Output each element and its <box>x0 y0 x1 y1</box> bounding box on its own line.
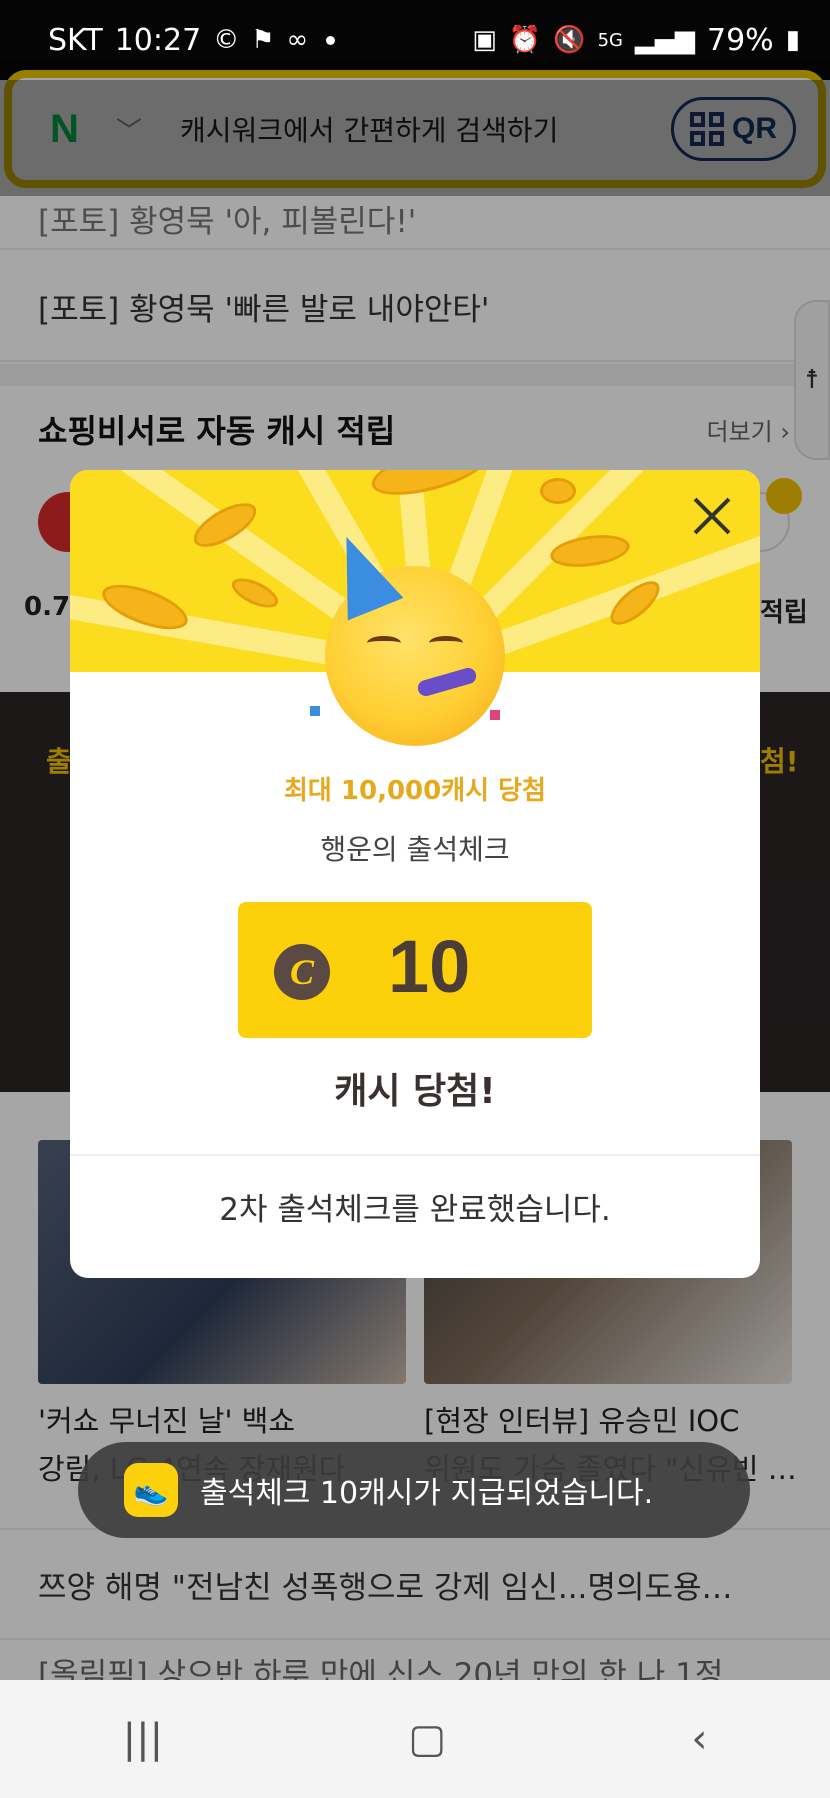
clock: 10:27 <box>114 22 202 58</box>
cashwalk-status-icon: © <box>213 25 240 55</box>
close-icon[interactable] <box>690 494 734 538</box>
notification-dot-icon <box>326 35 336 45</box>
status-bar: SKT 10:27 © ⚑ ∞ ▣ ⏰ 🔇 5G ▂▄▆ 79% ▮ <box>0 0 830 80</box>
coin-icon <box>540 478 576 504</box>
shoe-status-icon: ⚑ <box>251 25 275 55</box>
coin-icon <box>366 470 494 505</box>
mute-icon: 🔇 <box>553 25 586 55</box>
shoe-icon: 👟 <box>124 1463 178 1517</box>
battery-icon: ▮ <box>785 25 800 55</box>
sim-icon: ▣ <box>472 25 497 55</box>
coin-icon <box>227 572 283 614</box>
alarm-icon: ⏰ <box>508 25 542 55</box>
attendance-modal: 최대 10,000캐시 당첨 행운의 출석체크 C 10 캐시 당첨! 2차 출… <box>70 470 760 1278</box>
confetti-icon <box>310 706 320 716</box>
network-type: 5G <box>597 29 623 51</box>
recent-apps-button[interactable]: ||| <box>123 1716 163 1762</box>
navigation-bar: ||| ▢ ‹ <box>0 1680 830 1798</box>
modal-divider <box>70 1154 760 1156</box>
cash-reward-box: C 10 <box>238 902 592 1038</box>
confetti-icon <box>490 710 500 720</box>
party-emoji-icon <box>318 525 505 746</box>
prize-subtitle: 최대 10,000캐시 당첨 <box>284 776 546 806</box>
link-status-icon: ∞ <box>286 25 309 55</box>
signal-icon: ▂▄▆ <box>635 25 695 55</box>
toast-message: 👟 출석체크 10캐시가 지급되었습니다. <box>78 1442 750 1538</box>
cash-amount: 10 <box>388 925 471 1008</box>
cash-coin-icon: C <box>274 944 330 1000</box>
toast-text: 출석체크 10캐시가 지급되었습니다. <box>200 1476 654 1511</box>
back-button[interactable]: ‹ <box>691 1716 707 1762</box>
carrier-label: SKT <box>48 22 103 58</box>
cash-won-text: 캐시 당첨! <box>334 1071 496 1112</box>
prize-title: 행운의 출석체크 <box>320 833 510 866</box>
home-button[interactable]: ▢ <box>408 1716 446 1762</box>
modal-footer-text: 2차 출석체크를 완료했습니다. <box>219 1192 611 1228</box>
battery-percent: 79% <box>707 22 774 58</box>
